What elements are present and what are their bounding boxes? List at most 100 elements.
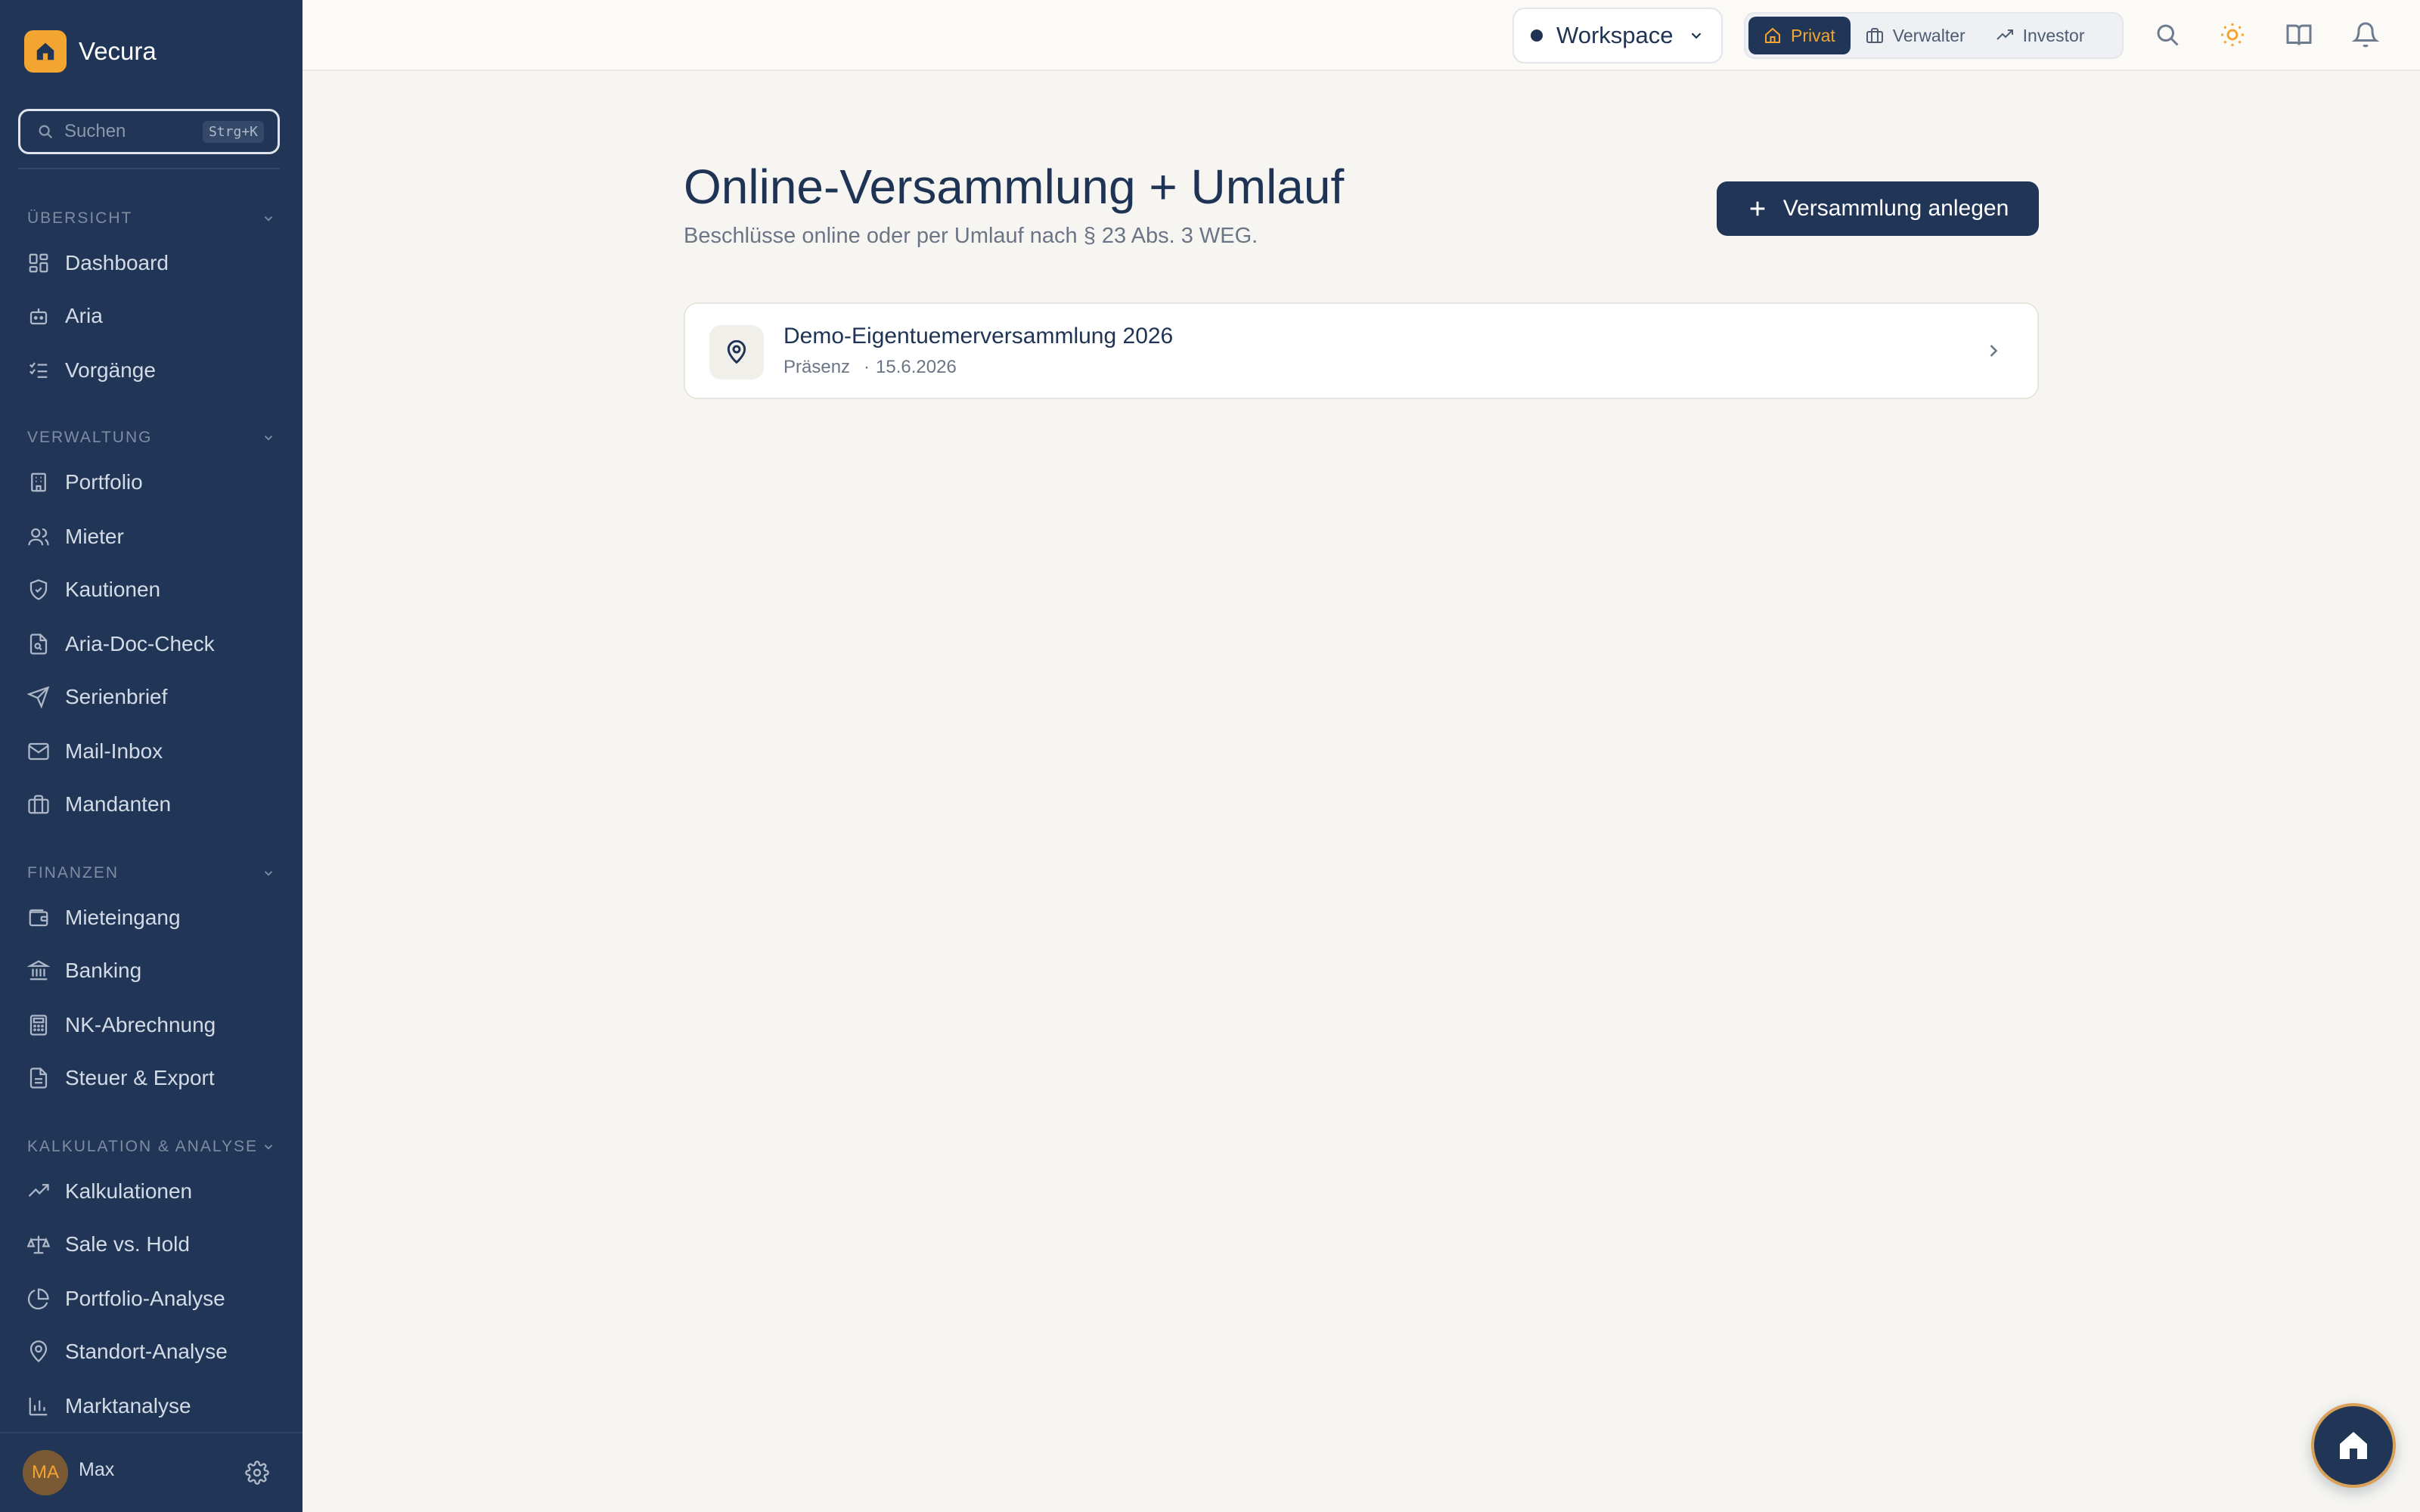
sidebar-item-serienbrief[interactable]: Serienbrief bbox=[27, 679, 277, 715]
sidebar-item-label: Portfolio bbox=[65, 470, 143, 494]
users-icon bbox=[28, 528, 49, 546]
sun-icon[interactable] bbox=[2219, 21, 2246, 48]
briefcase-icon bbox=[28, 795, 49, 814]
bank-icon bbox=[27, 960, 50, 981]
sidebar: Vecura Suchen Strg+K ÜBERSICHT Dashboard… bbox=[0, 0, 302, 1512]
meeting-card[interactable]: Demo-Eigentuemerversammlung 2026 Präsenz… bbox=[684, 302, 2039, 399]
send-icon bbox=[27, 686, 50, 708]
calculator-icon bbox=[29, 1015, 48, 1036]
sidebar-item-dashboard[interactable]: Dashboard bbox=[27, 245, 277, 281]
create-meeting-button[interactable]: Versammlung anlegen bbox=[1717, 181, 2039, 236]
chevron-down-icon bbox=[264, 435, 273, 441]
house-icon bbox=[24, 30, 67, 73]
sidebar-item-label: NK-Abrechnung bbox=[65, 1013, 216, 1036]
scale-icon bbox=[27, 1235, 50, 1254]
section-uebersicht[interactable]: ÜBERSICHT bbox=[27, 207, 275, 230]
sidebar-item-marktanalyse[interactable]: Marktanalyse bbox=[27, 1388, 277, 1424]
section-title: VERWALTUNG bbox=[27, 429, 153, 446]
search-input[interactable]: Suchen Strg+K bbox=[18, 109, 280, 154]
sidebar-item-portfolio[interactable]: Portfolio bbox=[27, 464, 277, 500]
sidebar-item-aria[interactable]: Aria bbox=[27, 298, 277, 334]
sidebar-item-portfolio-analyse[interactable]: Portfolio-Analyse bbox=[27, 1281, 277, 1317]
role-verwalter[interactable]: Verwalter bbox=[1851, 17, 1981, 54]
role-label: Verwalter bbox=[1892, 25, 1965, 45]
role-label: Investor bbox=[2022, 25, 2085, 45]
map-pin-icon bbox=[29, 1340, 48, 1362]
brand[interactable]: Vecura bbox=[24, 30, 157, 73]
search-shortcut: Strg+K bbox=[202, 120, 264, 143]
avatar[interactable]: MA bbox=[23, 1450, 68, 1495]
file-text-icon bbox=[29, 1067, 48, 1089]
section-verwaltung[interactable]: VERWALTUNG bbox=[27, 426, 275, 449]
sidebar-item-kautionen[interactable]: Kautionen bbox=[27, 572, 277, 608]
chevron-right-icon bbox=[1990, 345, 1998, 357]
workspace-status-dot bbox=[1531, 29, 1543, 42]
sidebar-item-label: Marktanalyse bbox=[65, 1394, 191, 1418]
role-investor[interactable]: Investor bbox=[1981, 17, 2100, 54]
section-title: KALKULATION & ANALYSE bbox=[27, 1138, 258, 1155]
sidebar-item-label: Vorgänge bbox=[65, 358, 156, 382]
sidebar-item-label: Aria bbox=[65, 304, 103, 327]
gear-icon[interactable] bbox=[245, 1461, 269, 1485]
house-icon bbox=[1765, 27, 1780, 43]
home-fab-button[interactable] bbox=[2311, 1403, 2396, 1488]
chevron-down-icon bbox=[264, 1145, 273, 1150]
sidebar-item-mieteingang[interactable]: Mieteingang bbox=[27, 900, 277, 936]
role-switcher: Privat Verwalter Investor bbox=[1744, 12, 2124, 59]
sidebar-item-label: Steuer & Export bbox=[65, 1066, 215, 1089]
sidebar-item-kalkulationen[interactable]: Kalkulationen bbox=[27, 1173, 277, 1210]
sidebar-item-banking[interactable]: Banking bbox=[27, 953, 277, 989]
chevron-down-icon bbox=[264, 216, 273, 222]
sidebar-item-label: Mieter bbox=[65, 525, 124, 548]
page-title: Online-Versammlung + Umlauf bbox=[684, 160, 1345, 214]
search-icon[interactable] bbox=[2154, 21, 2181, 48]
divider bbox=[18, 168, 280, 169]
section-finanzen[interactable]: FINANZEN bbox=[27, 862, 275, 885]
sidebar-item-label: Mail-Inbox bbox=[65, 739, 163, 763]
briefcase-icon bbox=[1866, 28, 1883, 43]
book-icon[interactable] bbox=[2285, 21, 2313, 48]
bell-icon[interactable] bbox=[2352, 21, 2379, 48]
section-title: ÜBERSICHT bbox=[27, 209, 133, 227]
sidebar-item-label: Serienbrief bbox=[65, 685, 168, 708]
meeting-separator: · bbox=[864, 357, 870, 377]
role-privat[interactable]: Privat bbox=[1748, 17, 1851, 54]
sidebar-item-aria-doc-check[interactable]: Aria-Doc-Check bbox=[27, 626, 277, 662]
sidebar-item-vorgaenge[interactable]: Vorgänge bbox=[27, 352, 277, 389]
role-label: Privat bbox=[1791, 25, 1835, 45]
sidebar-item-steuer-export[interactable]: Steuer & Export bbox=[27, 1060, 277, 1096]
bot-icon bbox=[29, 308, 48, 325]
trending-up-icon bbox=[28, 1184, 49, 1198]
workspace-selector[interactable]: Workspace bbox=[1512, 8, 1723, 64]
sidebar-item-label: Dashboard bbox=[65, 251, 169, 274]
brand-name: Vecura bbox=[79, 37, 157, 65]
sidebar-item-mail-inbox[interactable]: Mail-Inbox bbox=[27, 733, 277, 770]
search-icon bbox=[39, 125, 53, 139]
create-meeting-label: Versammlung anlegen bbox=[1782, 196, 2009, 221]
meeting-type: Präsenz bbox=[783, 357, 851, 377]
search-placeholder: Suchen bbox=[64, 121, 126, 141]
sidebar-item-sale-vs-hold[interactable]: Sale vs. Hold bbox=[27, 1226, 277, 1263]
sidebar-item-mieter[interactable]: Mieter bbox=[27, 519, 277, 555]
sidebar-item-standort-analyse[interactable]: Standort-Analyse bbox=[27, 1334, 277, 1370]
workspace-label: Workspace bbox=[1556, 22, 1674, 48]
sidebar-item-nk-abrechnung[interactable]: NK-Abrechnung bbox=[27, 1007, 277, 1043]
plus-icon bbox=[1750, 201, 1765, 216]
sidebar-item-mandanten[interactable]: Mandanten bbox=[27, 786, 277, 823]
sidebar-item-label: Kautionen bbox=[65, 578, 161, 601]
section-kalkulation-analyse[interactable]: KALKULATION & ANALYSE bbox=[27, 1136, 275, 1158]
user-name[interactable]: Max bbox=[79, 1459, 114, 1481]
sidebar-item-label: Sale vs. Hold bbox=[65, 1232, 190, 1256]
chevron-down-icon bbox=[264, 871, 273, 876]
pie-chart-icon bbox=[27, 1288, 49, 1310]
chevron-down-icon bbox=[1691, 33, 1702, 39]
sidebar-item-label: Mieteingang bbox=[65, 906, 181, 929]
house-icon bbox=[2340, 1432, 2367, 1459]
sidebar-item-label: Aria-Doc-Check bbox=[65, 632, 215, 655]
sidebar-item-label: Mandanten bbox=[65, 792, 172, 816]
wallet-icon bbox=[29, 909, 48, 927]
trending-up-icon bbox=[1996, 29, 2013, 40]
shield-check-icon bbox=[29, 579, 48, 600]
mail-icon bbox=[28, 742, 49, 761]
user-menu: MA Max bbox=[0, 1432, 302, 1512]
